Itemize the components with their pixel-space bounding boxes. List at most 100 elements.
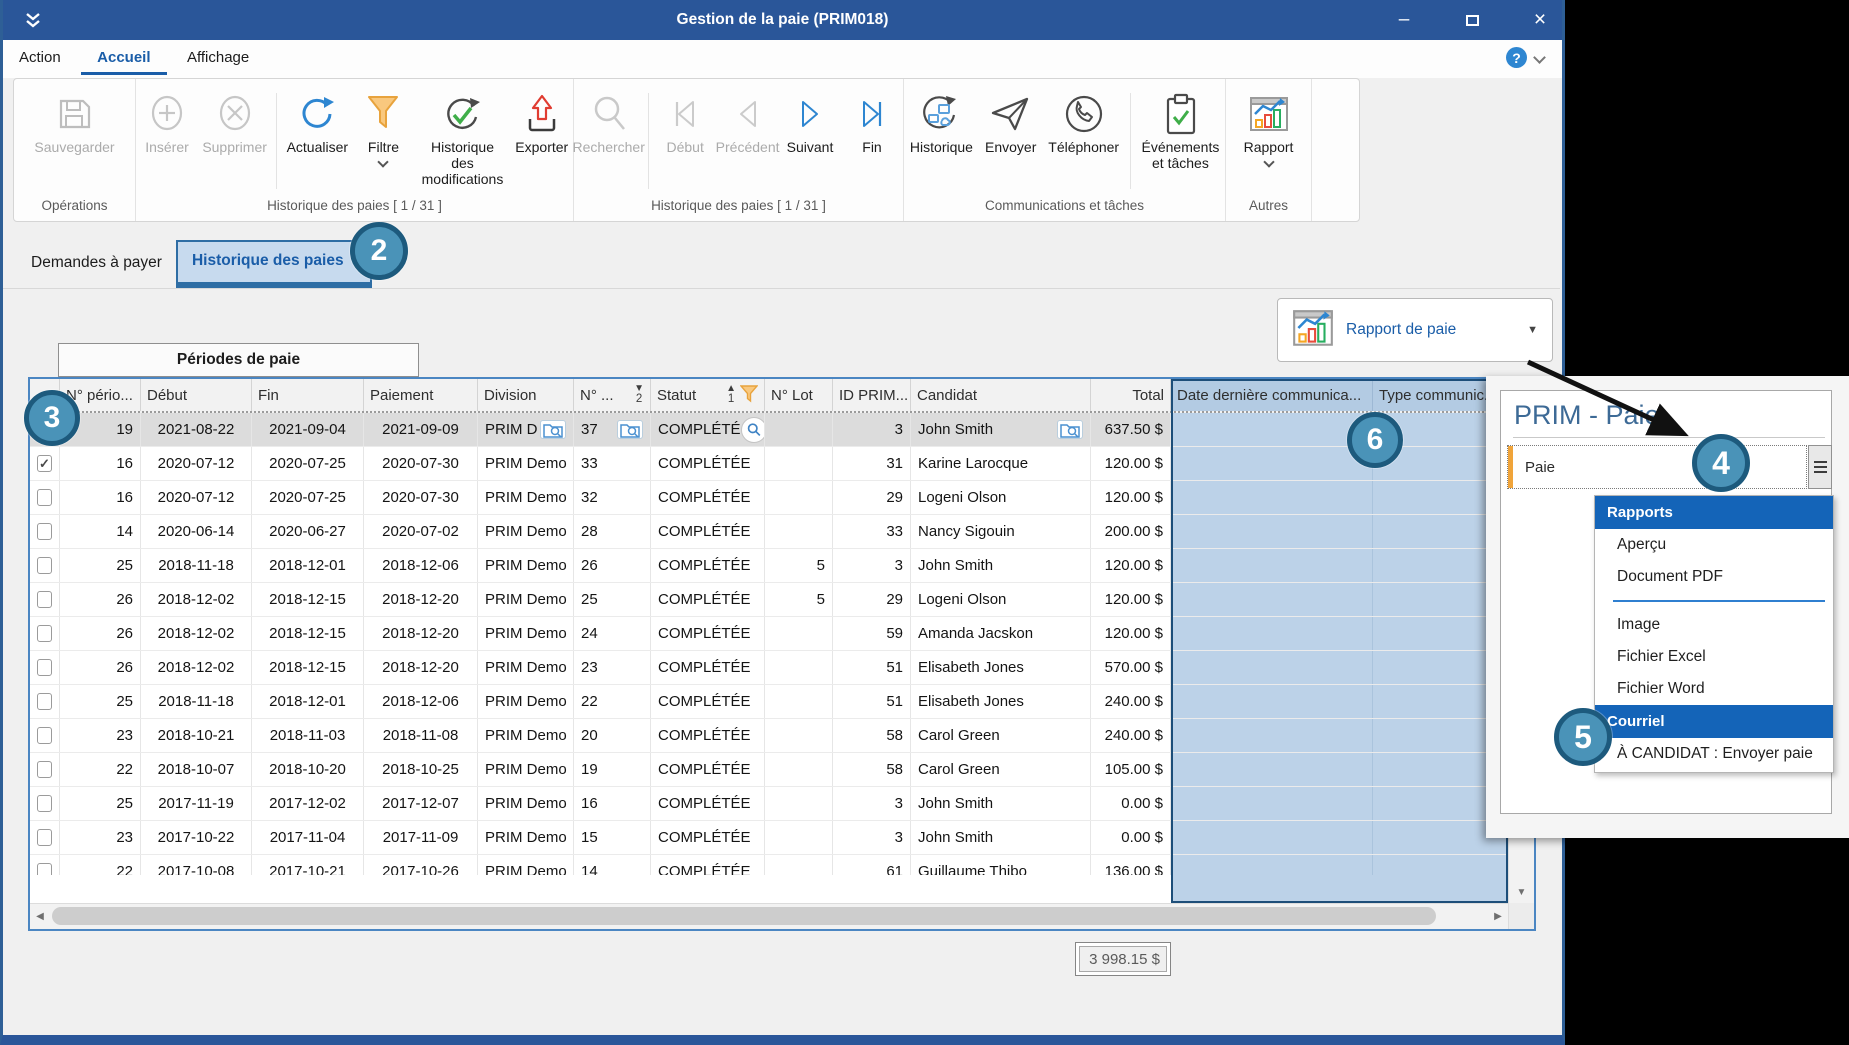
first-button[interactable]: Début	[654, 87, 716, 157]
column-header-candidat[interactable]: Candidat	[911, 379, 1091, 411]
row-checkbox[interactable]	[37, 523, 52, 540]
folder-lookup-icon[interactable]	[1057, 420, 1083, 439]
row-checkbox[interactable]	[37, 863, 52, 875]
row-checkbox-checked[interactable]	[37, 455, 52, 472]
help-icon[interactable]: ?	[1506, 47, 1527, 68]
events-tasks-button[interactable]: Événements et tâches	[1136, 87, 1225, 173]
table-row[interactable]: 252018-11-182018-12-012018-12-06PRIM Dem…	[30, 549, 1508, 583]
minimize-button[interactable]: –	[1381, 4, 1427, 36]
cell-division: PRIM Demo	[478, 855, 574, 875]
table-row[interactable]: 162020-07-122020-07-252020-07-30PRIM Dem…	[30, 447, 1508, 481]
export-button[interactable]: Exporter	[511, 87, 574, 157]
table-row[interactable]: 262018-12-022018-12-152018-12-20PRIM Dem…	[30, 583, 1508, 617]
titlebar: Gestion de la paie (PRIM018) – ×	[3, 0, 1562, 40]
tab-historique-des-paies[interactable]: Historique des paies	[176, 240, 372, 288]
save-button[interactable]: Sauvegarder	[27, 87, 121, 157]
column-header-num[interactable]: N° ... ▼2	[574, 379, 651, 411]
folder-lookup-icon[interactable]	[617, 420, 643, 439]
close-button[interactable]: ×	[1517, 4, 1563, 36]
table-row[interactable]: 142020-06-142020-06-272020-07-02PRIM Dem…	[30, 515, 1508, 549]
row-checkbox[interactable]	[37, 489, 52, 506]
cell-idprim: 29	[833, 583, 911, 616]
table-row[interactable]: 232017-10-222017-11-042017-11-09PRIM Dem…	[30, 821, 1508, 855]
scroll-right-icon[interactable]: ▶	[1488, 904, 1508, 929]
table-row[interactable]: 162020-07-122020-07-252020-07-30PRIM Dem…	[30, 481, 1508, 515]
grid-bottom-strip	[30, 875, 1508, 903]
scroll-left-icon[interactable]: ◀	[30, 904, 50, 929]
menu-icon[interactable]	[1808, 445, 1832, 489]
row-checkbox[interactable]	[37, 829, 52, 846]
previous-icon	[731, 89, 765, 139]
horizontal-scrollbar[interactable]: ◀ ▶	[30, 903, 1508, 929]
row-checkbox[interactable]	[37, 625, 52, 642]
column-header-lot[interactable]: N° Lot	[765, 379, 833, 411]
ribbon-collapse-icon[interactable]	[1533, 51, 1546, 64]
cell-text: 2017-10-22	[158, 829, 235, 846]
table-row[interactable]: 262018-12-022018-12-152018-12-20PRIM Dem…	[30, 617, 1508, 651]
scroll-down-icon[interactable]: ▼	[1509, 881, 1534, 903]
report-ribbon-button[interactable]: Rapport	[1237, 87, 1301, 168]
delete-button[interactable]: Supprimer	[198, 87, 271, 157]
menu-item[interactable]: Fichier Word	[1595, 673, 1833, 705]
filter-active-icon[interactable]	[740, 384, 758, 407]
menu-affichage[interactable]: Affichage	[171, 40, 265, 72]
column-header-paiement[interactable]: Paiement	[364, 379, 478, 411]
cell-text: 61	[886, 863, 903, 875]
menu-accueil[interactable]: Accueil	[81, 40, 166, 75]
magnifier-lookup-icon[interactable]	[741, 417, 765, 443]
modification-history-button[interactable]: Historique des modifications	[414, 87, 510, 189]
refresh-button[interactable]: Actualiser	[282, 87, 352, 157]
row-checkbox[interactable]	[37, 659, 52, 676]
menu-action[interactable]: Action	[3, 40, 77, 72]
column-header-datecomm[interactable]: Date dernière communica...	[1171, 379, 1373, 411]
menu-item[interactable]: Image	[1595, 609, 1833, 641]
button-label: Historique	[910, 139, 973, 155]
button-label: Début	[666, 139, 703, 155]
row-checkbox[interactable]	[37, 727, 52, 744]
search-button[interactable]: Rechercher	[574, 87, 643, 157]
menu-item[interactable]: À CANDIDAT : Envoyer paie	[1595, 738, 1833, 770]
last-button[interactable]: Fin	[841, 87, 903, 157]
table-row[interactable]: 222017-10-082017-10-212017-10-26PRIM Dem…	[30, 855, 1508, 875]
row-checkbox[interactable]	[37, 591, 52, 608]
cell-debut: 2017-10-22	[141, 821, 252, 854]
history-button[interactable]: Historique	[904, 87, 979, 157]
column-header-fin[interactable]: Fin	[252, 379, 364, 411]
next-button[interactable]: Suivant	[779, 87, 841, 157]
folder-lookup-icon[interactable]	[540, 420, 566, 439]
row-checkbox[interactable]	[37, 795, 52, 812]
minimize-icon: –	[1399, 9, 1410, 31]
save-icon	[54, 89, 94, 139]
maximize-icon	[1466, 15, 1479, 26]
column-header-debut[interactable]: Début	[141, 379, 252, 411]
table-row[interactable]: 232018-10-212018-11-032018-11-08PRIM Dem…	[30, 719, 1508, 753]
row-checkbox[interactable]	[37, 557, 52, 574]
insert-button[interactable]: Insérer	[136, 87, 198, 157]
menu-item[interactable]: Document PDF	[1595, 561, 1833, 593]
chevron-down-icon[interactable]: ▼	[1527, 324, 1538, 336]
table-row[interactable]: 262018-12-022018-12-152018-12-20PRIM Dem…	[30, 651, 1508, 685]
row-checkbox[interactable]	[37, 761, 52, 778]
column-header-statut[interactable]: Statut ▲1	[651, 379, 765, 411]
menu-item[interactable]: Fichier Excel	[1595, 641, 1833, 673]
table-row[interactable]: 222018-10-072018-10-202018-10-25PRIM Dem…	[30, 753, 1508, 787]
maximize-button[interactable]	[1449, 4, 1495, 36]
column-header-total[interactable]: Total	[1091, 379, 1171, 411]
scrollbar-thumb[interactable]	[52, 907, 1436, 925]
cell-text: 2018-11-18	[158, 557, 234, 574]
menu-item[interactable]: Aperçu	[1595, 529, 1833, 561]
column-header-idprim[interactable]: ID PRIM...	[833, 379, 911, 411]
table-row[interactable]: 252017-11-192017-12-022017-12-07PRIM Dem…	[30, 787, 1508, 821]
cell-text: John Smith	[918, 795, 993, 812]
row-checkbox[interactable]	[37, 693, 52, 710]
filter-button[interactable]: Filtre	[352, 87, 414, 168]
send-button[interactable]: Envoyer	[979, 87, 1043, 157]
phone-button[interactable]: Téléphoner	[1042, 87, 1124, 157]
tab-demandes-a-payer[interactable]: Demandes à payer	[17, 240, 176, 288]
cell-text: Guillaume Thibo	[918, 863, 1027, 875]
previous-button[interactable]: Précédent	[716, 87, 779, 157]
table-row[interactable]: 192021-08-222021-09-042021-09-09PRIM D37…	[30, 413, 1508, 447]
column-header-division[interactable]: Division	[478, 379, 574, 411]
table-row[interactable]: 252018-11-182018-12-012018-12-06PRIM Dem…	[30, 685, 1508, 719]
cell-division: PRIM Demo	[478, 719, 574, 752]
